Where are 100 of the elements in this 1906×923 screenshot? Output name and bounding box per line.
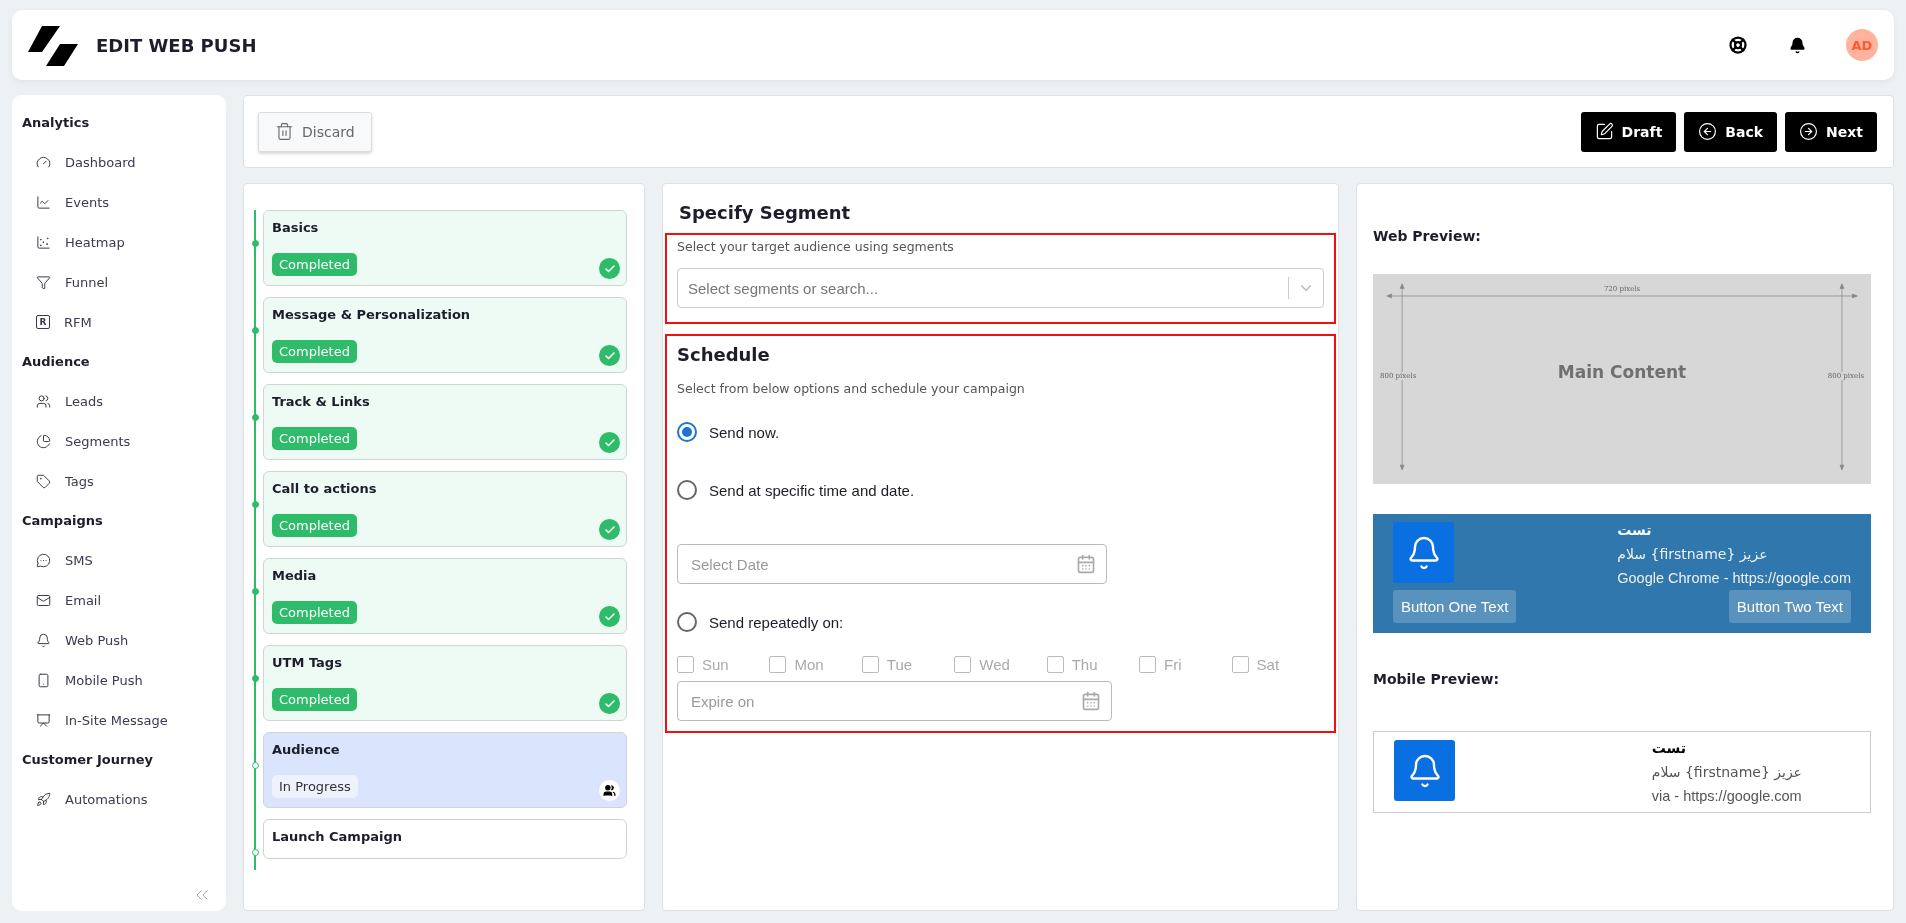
step-card[interactable]: Basics Completed: [263, 210, 627, 286]
step-title: Track & Links: [272, 394, 371, 409]
notification-title: تست: [1617, 522, 1652, 538]
calendar-icon: [1076, 554, 1096, 574]
sidebar-item-label: SMS: [65, 552, 93, 568]
sidebar-item[interactable]: SMS: [22, 540, 216, 580]
users-icon: [599, 780, 620, 801]
notification-source: via - https://google.com: [1651, 788, 1803, 804]
step-title: Basics: [272, 220, 320, 235]
notification-title: تست: [1651, 740, 1687, 756]
step-title: Launch Campaign: [272, 829, 403, 844]
sidebar-item[interactable]: Tags: [22, 461, 216, 501]
page-title: EDIT WEB PUSH: [96, 34, 258, 56]
preview-title: Mobile Preview:: [1373, 671, 1501, 687]
sidebar-item[interactable]: Email: [22, 580, 216, 620]
step-card[interactable]: UTM Tags Completed: [263, 645, 627, 721]
bell-icon: [1394, 740, 1455, 801]
toolbar-action-button[interactable]: Back: [1684, 111, 1778, 152]
sidebar-item[interactable]: Heatmap: [22, 222, 216, 262]
sidebar-item[interactable]: In-Site Message: [22, 700, 216, 740]
sidebar-item[interactable]: Events: [22, 182, 216, 222]
schedule-option[interactable]: Send repeatedly on:: [677, 612, 1324, 632]
step-title: UTM Tags: [272, 655, 343, 670]
section-title: Schedule: [677, 344, 771, 365]
sidebar-item[interactable]: Web Push: [22, 620, 216, 660]
step-status: Completed: [272, 427, 357, 450]
sidebar-item[interactable]: Dashboard: [22, 142, 216, 182]
sidebar-item-label: Mobile Push: [65, 672, 143, 688]
sidebar-item-icon: [36, 194, 51, 210]
notification-source: Google Chrome - https://google.com: [1617, 570, 1851, 586]
preview-title: Web Preview:: [1373, 228, 1482, 244]
check-icon: [599, 258, 620, 279]
segment-select[interactable]: Select segments or search...: [677, 268, 1324, 308]
sidebar-section-title: Campaigns: [22, 513, 104, 528]
step-status: Completed: [272, 601, 357, 624]
step-status: In Progress: [272, 775, 358, 798]
toolbar-action-button[interactable]: Draft: [1580, 111, 1677, 152]
sidebar-item[interactable]: Mobile Push: [22, 660, 216, 700]
step-title: Call to actions: [272, 481, 378, 496]
letter-icon: R: [36, 315, 50, 329]
sidebar-item-icon: [36, 552, 51, 568]
step-status: Completed: [272, 253, 357, 276]
sidebar-item-label: Events: [65, 194, 109, 210]
arrow-left-icon: [1698, 122, 1718, 141]
sidebar-item-label: RFM: [64, 314, 92, 330]
sidebar-item[interactable]: Automations: [22, 779, 216, 819]
step-card[interactable]: Call to actions Completed: [263, 471, 627, 547]
section-hint: Select from below options and schedule your campaign: [677, 381, 1026, 396]
bell-icon: [1393, 522, 1454, 583]
sidebar-section-title: Audience: [22, 354, 91, 369]
section-hint: Select your target audience using segments: [677, 239, 955, 254]
section-title: Specify Segment: [679, 202, 852, 223]
step-card[interactable]: Message & Personalization Completed: [263, 297, 627, 373]
step-status: Completed: [272, 688, 357, 711]
sidebar-item-label: Web Push: [65, 632, 129, 648]
toolbar-action-button[interactable]: Next: [1785, 111, 1877, 152]
sidebar-item-icon: [36, 234, 51, 250]
schedule-option[interactable]: Send at specific time and date.: [677, 480, 1324, 500]
sidebar-section-title: Customer Journey: [22, 752, 154, 767]
sidebar-item[interactable]: Funnel: [22, 262, 216, 302]
sidebar-item-label: Automations: [65, 791, 148, 807]
edit-icon: [1594, 122, 1614, 141]
step-card[interactable]: Audience In Progress: [263, 732, 627, 808]
step-title: Message & Personalization: [272, 307, 472, 322]
sidebar-item-label: Tags: [65, 473, 94, 489]
sidebar-item-label: Leads: [65, 393, 103, 409]
arrow-right-icon: [1799, 122, 1819, 141]
trash-icon: [275, 122, 294, 141]
step-card[interactable]: Launch Campaign: [263, 819, 627, 859]
check-icon: [599, 432, 620, 453]
calendar-icon: [1081, 691, 1101, 711]
check-icon: [599, 606, 620, 627]
mockup-center-text: Main Content: [1556, 362, 1688, 382]
sidebar-item-icon: [36, 154, 51, 170]
sidebar-section-title: Analytics: [22, 115, 91, 130]
discard-button[interactable]: Discard: [258, 111, 372, 152]
sidebar-item-icon: [36, 632, 51, 648]
sidebar-item-icon: [36, 433, 51, 449]
sidebar-item-icon: [36, 274, 51, 290]
sidebar-item[interactable]: Segments: [22, 421, 216, 461]
sidebar-item-label: Email: [65, 592, 102, 608]
sidebar-item-icon: [36, 791, 51, 807]
sidebar-item-icon: [36, 712, 51, 728]
step-status: Completed: [272, 514, 357, 537]
sidebar-item-label: Dashboard: [65, 154, 136, 170]
check-icon: [599, 519, 620, 540]
schedule-option[interactable]: Send now.: [677, 422, 1324, 442]
step-card[interactable]: Track & Links Completed: [263, 384, 627, 460]
step-status: Completed: [272, 340, 357, 363]
step-title: Media: [272, 568, 318, 583]
step-card[interactable]: Media Completed: [263, 558, 627, 634]
sidebar-item[interactable]: Leads: [22, 381, 216, 421]
sidebar-item-label: Funnel: [65, 274, 109, 290]
check-icon: [599, 345, 620, 366]
sidebar-item[interactable]: R RFM: [22, 302, 216, 342]
sidebar-item-label: In-Site Message: [65, 712, 168, 728]
step-title: Audience: [272, 742, 341, 757]
sidebar-item-label: Heatmap: [65, 234, 125, 250]
sidebar-item-icon: [36, 672, 51, 688]
notification-body: عزیز {firstname} سلام: [1651, 764, 1802, 780]
